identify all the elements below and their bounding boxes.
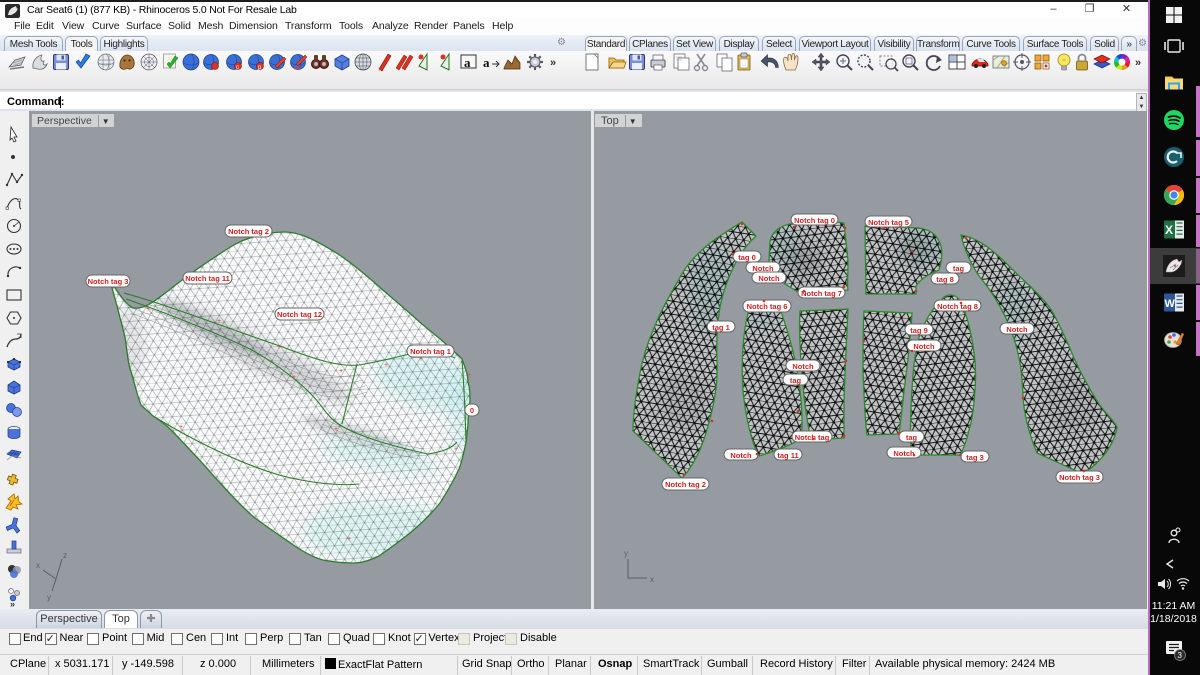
svg-text:Notch: Notch: [1006, 325, 1028, 334]
svg-text:y: y: [47, 593, 51, 602]
svg-text:tag 11: tag 11: [777, 451, 798, 460]
svg-text:W: W: [1165, 298, 1176, 310]
svg-text:Notch: Notch: [730, 451, 752, 460]
svg-text:+: +: [292, 374, 296, 381]
svg-text:+: +: [454, 446, 458, 453]
svg-text:+: +: [339, 368, 343, 375]
svg-text:x: x: [36, 561, 40, 570]
svg-text:Notch tag 3: Notch tag 3: [1059, 473, 1100, 482]
svg-text:»: »: [1135, 57, 1141, 69]
svg-text:Notch tag 3: Notch tag 3: [88, 277, 129, 286]
svg-text:Notch tag: Notch tag: [795, 433, 830, 442]
svg-text:+: +: [146, 306, 150, 313]
svg-text:Notch tag 5: Notch tag 5: [868, 218, 909, 227]
svg-text:+: +: [217, 318, 221, 325]
svg-text:Notch tag 2: Notch tag 2: [665, 480, 706, 489]
svg-text:tag 3: tag 3: [966, 453, 984, 462]
svg-text:Notch tag 0: Notch tag 0: [794, 216, 835, 225]
svg-text:y: y: [624, 549, 628, 558]
svg-text:Notch tag 7: Notch tag 7: [801, 289, 842, 298]
svg-text:X: X: [1165, 223, 1173, 237]
svg-text:tag 9: tag 9: [910, 326, 928, 335]
svg-text:a: a: [464, 55, 471, 70]
svg-text:c: c: [236, 65, 239, 71]
svg-text:tag 0: tag 0: [738, 253, 756, 262]
svg-text:Notch tag 11: Notch tag 11: [185, 274, 230, 283]
svg-text:Notch tag 1: Notch tag 1: [410, 347, 451, 356]
svg-text:a: a: [483, 55, 490, 70]
svg-text:0: 0: [470, 406, 474, 415]
svg-text:Notch tag 6: Notch tag 6: [747, 302, 788, 311]
svg-text:+: +: [467, 372, 471, 379]
svg-text:tag: tag: [953, 264, 965, 273]
svg-text:+: +: [179, 424, 183, 431]
svg-text:Notch: Notch: [758, 274, 780, 283]
svg-text:tag: tag: [790, 376, 802, 385]
svg-text:Notch: Notch: [792, 362, 814, 371]
svg-text:z: z: [63, 551, 67, 560]
svg-text:3: 3: [1178, 651, 1183, 660]
svg-text:Notch tag 2: Notch tag 2: [228, 227, 269, 236]
svg-text:+: +: [384, 362, 388, 369]
svg-text:+: +: [347, 536, 351, 543]
svg-text:Notch: Notch: [893, 449, 915, 458]
svg-text:»: »: [550, 57, 556, 69]
svg-text:tag: tag: [906, 433, 918, 442]
svg-text:x: x: [650, 575, 654, 584]
svg-text:Notch: Notch: [913, 342, 935, 351]
svg-text:+: +: [334, 426, 338, 433]
svg-text:Notch tag 12: Notch tag 12: [277, 310, 322, 319]
svg-text:tag 8: tag 8: [936, 275, 954, 284]
svg-text:Notch tag 8: Notch tag 8: [937, 302, 978, 311]
svg-text:»: »: [10, 599, 15, 609]
svg-text:+: +: [277, 344, 281, 351]
